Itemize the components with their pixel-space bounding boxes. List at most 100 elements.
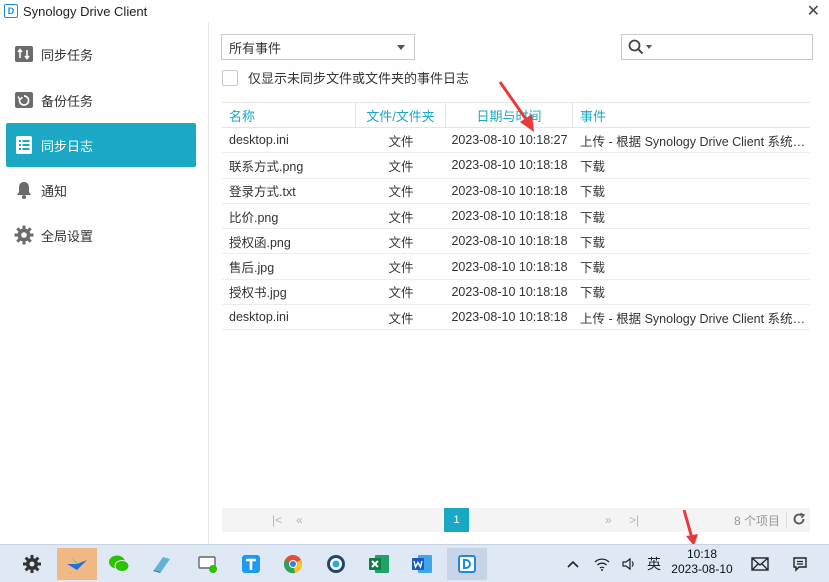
cell-name: 授权书.jpg [229,286,287,301]
column-header-event[interactable]: 事件 [573,103,810,127]
item-count: 8 个项目 [733,513,780,528]
column-header-type[interactable]: 文件/文件夹 [356,103,446,127]
cell-event: 下载 [580,286,606,301]
annotation-arrow [498,81,534,132]
sidebar-item-global-settings[interactable]: 全局设置 [6,213,196,257]
table-row[interactable]: desktop.ini 文件 2023-08-10 10:18:18 上传 - 根据 … [222,305,810,331]
table-row[interactable]: 联系方式.png 文件 2023-08-10 10:18:18 下载 [222,153,810,179]
cell-type: 文件 [388,210,414,225]
wifi-icon[interactable] [590,545,614,582]
clock-date: 2023-08-10 [671,562,733,576]
search-icon[interactable] [628,39,644,55]
browser-icon[interactable] [316,548,356,580]
cell-event: 下载 [580,261,606,276]
column-header-name[interactable]: 名称 [222,103,356,127]
sidebar-item-label: 同步日志 [41,138,94,154]
only-unsynced-checkbox[interactable] [222,69,238,86]
cell-datetime: 2023-08-10 10:18:18 [451,284,568,299]
cell-type: 文件 [388,134,414,149]
cell-datetime: 2023-08-10 10:18:18 [451,183,568,198]
sidebar-item-label: 全局设置 [41,228,94,244]
next-page-button[interactable]: » [605,513,612,527]
cell-datetime: 2023-08-10 10:18:18 [451,259,568,274]
sidebar-divider [208,22,209,544]
event-filter-select[interactable]: 所有事件 [221,34,415,60]
pager-divider [786,512,787,528]
remote-desktop-icon[interactable] [188,548,228,580]
cell-datetime: 2023-08-10 10:18:18 [451,234,568,249]
sidebar-item-backup-tasks[interactable]: 备份任务 [6,78,196,122]
tick-app-icon[interactable] [231,548,271,580]
sidebar-item-label: 备份任务 [41,93,94,109]
sidebar-item-notifications[interactable]: 通知 [6,168,196,212]
synology-drive-icon[interactable] [447,548,487,580]
cell-datetime: 2023-08-10 10:18:18 [451,209,568,224]
backup-restore-icon [13,89,35,111]
cell-datetime: 2023-08-10 10:18:18 [451,310,568,325]
notification-center-icon[interactable] [788,545,812,582]
only-unsynced-option[interactable]: 仅显示未同步文件或文件夹的事件日志 [222,68,469,87]
current-page-button[interactable]: 1 [444,508,469,532]
lark-icon[interactable] [57,548,97,580]
message-icon[interactable] [748,545,772,582]
cell-name: desktop.ini [229,133,289,148]
cell-event: 上传 - 根据 Synology Drive Client 系统规则... [580,311,810,326]
cell-event: 下载 [580,159,606,174]
cell-type: 文件 [388,261,414,276]
sidebar-item-sync-tasks[interactable]: 同步任务 [6,32,196,76]
cell-event: 下载 [580,210,606,225]
table-row[interactable]: 授权书.jpg 文件 2023-08-10 10:18:18 下载 [222,280,810,306]
search-box[interactable] [621,34,813,60]
settings-gear-icon[interactable] [12,548,52,580]
cell-datetime: 2023-08-10 10:18:18 [451,158,568,173]
volume-icon[interactable] [617,545,641,582]
chevron-down-icon [397,45,405,50]
sidebar-item-sync-log[interactable]: 同步日志 [6,123,196,167]
cell-name: 售后.jpg [229,261,275,276]
only-unsynced-label: 仅显示未同步文件或文件夹的事件日志 [248,71,470,86]
window-title: Synology Drive Client [23,3,148,19]
search-options-caret-icon[interactable] [646,45,652,49]
wechat-icon[interactable] [99,548,139,580]
input-method-indicator[interactable]: 英 [643,545,665,582]
prev-page-button[interactable]: « [296,513,303,527]
table-row[interactable]: 登录方式.txt 文件 2023-08-10 10:18:18 下载 [222,179,810,204]
event-filter-value: 所有事件 [229,40,282,56]
table-row[interactable]: 比价.png 文件 2023-08-10 10:18:18 下载 [222,204,810,230]
cell-name: 比价.png [229,210,279,225]
cell-type: 文件 [388,235,414,250]
cell-type: 文件 [388,286,414,301]
cell-name: 授权函.png [229,235,291,250]
chrome-icon[interactable] [273,548,313,580]
gear-icon [13,224,35,246]
table-body: desktop.ini 文件 2023-08-10 10:18:27 上传 - 根据 … [222,128,810,331]
taskbar: 英 10:18 2023-08-10 [0,544,829,582]
table-row[interactable]: 售后.jpg 文件 2023-08-10 10:18:18 下载 [222,254,810,280]
cell-type: 文件 [388,159,414,174]
bell-icon [13,179,35,201]
synology-drive-icon: D [4,4,18,18]
show-hidden-icons-chevron-icon[interactable] [562,545,584,582]
refresh-icon[interactable] [792,512,806,529]
search-input[interactable] [658,40,798,54]
cell-type: 文件 [388,311,414,326]
log-list-icon [13,134,35,156]
cell-type: 文件 [388,185,414,200]
table-row[interactable]: 授权函.png 文件 2023-08-10 10:18:18 下载 [222,229,810,255]
sidebar: 同步任务 备份任务 同步日志 通知 全局设置 [0,22,208,544]
cell-event: 上传 - 根据 Synology Drive Client 系统规则... [580,134,810,149]
excel-icon[interactable] [359,548,399,580]
sync-arrows-icon [13,43,35,65]
title-bar: D Synology Drive Client ✕ [0,0,829,22]
word-icon[interactable] [402,548,442,580]
last-page-button[interactable]: >| [629,513,639,527]
cell-name: desktop.ini [229,310,289,325]
close-button[interactable]: ✕ [807,1,820,21]
cell-event: 下载 [580,185,606,200]
clock-time: 10:18 [686,547,718,561]
sync-log-table: 名称 文件/文件夹 日期与时间 事件 desktop.ini 文件 2023-08-… [222,102,810,331]
first-page-button[interactable]: |< [272,513,282,527]
notes-icon[interactable] [142,548,182,580]
taskbar-clock[interactable]: 10:18 2023-08-10 [664,547,740,582]
cell-event: 下载 [580,235,606,250]
